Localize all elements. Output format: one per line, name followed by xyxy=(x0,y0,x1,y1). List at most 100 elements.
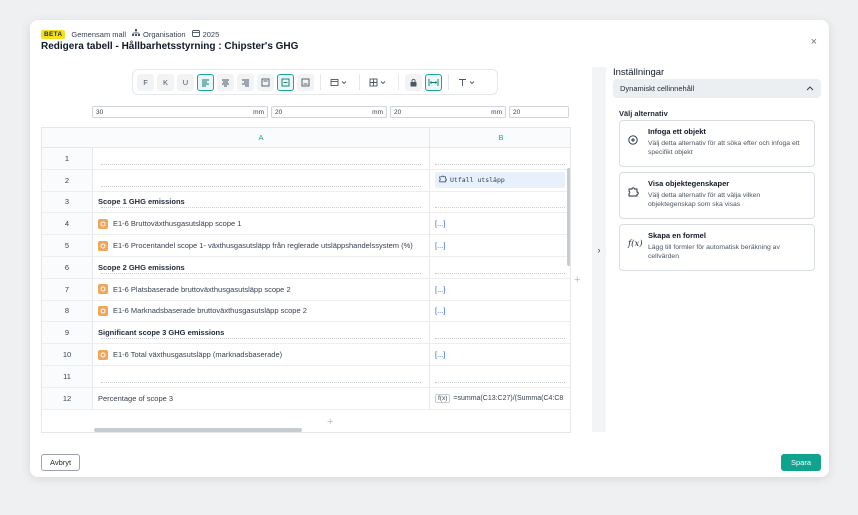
column-width-input[interactable]: 20 mm xyxy=(271,106,387,118)
underline-button[interactable]: U xyxy=(177,73,194,91)
object-value-placeholder[interactable]: [...] xyxy=(435,241,445,250)
object-value-placeholder[interactable]: [...] xyxy=(435,285,445,294)
cell-b[interactable]: [...] xyxy=(430,344,570,365)
option-title: Skapa en formel xyxy=(648,231,706,240)
add-column-icon[interactable]: + xyxy=(574,274,580,286)
align-right-icon[interactable] xyxy=(237,73,254,91)
column-header-b[interactable]: B xyxy=(430,128,570,148)
cell-a-text: Scope 2 GHG emissions xyxy=(98,262,185,272)
row-number[interactable]: 6 xyxy=(42,257,93,278)
cell-placeholder-line xyxy=(101,185,421,187)
cell-b[interactable] xyxy=(430,148,570,169)
cell-a[interactable]: Percentage of scope 3 xyxy=(93,387,430,409)
column-header-a[interactable]: A xyxy=(93,128,430,148)
object-icon xyxy=(98,218,108,229)
cell-b[interactable]: [...] xyxy=(430,301,570,322)
object-value-placeholder[interactable]: [...] xyxy=(435,350,445,359)
year-label: 2025 xyxy=(191,29,219,39)
cell-b[interactable] xyxy=(430,257,570,278)
table-row: 2 Utfall utsläpp xyxy=(42,169,570,192)
row-number[interactable]: 2 xyxy=(42,169,93,191)
cell-a[interactable]: E1-6 Bruttoväxthusgasutsläpp scope 1 xyxy=(93,213,430,235)
lock-icon[interactable] xyxy=(405,73,422,91)
accordion-label: Dynamiskt cellinnehåll xyxy=(620,84,695,93)
collapse-panel-icon[interactable]: › xyxy=(592,67,606,432)
cell-b[interactable] xyxy=(430,366,570,387)
vertical-scrollbar[interactable] xyxy=(567,168,570,266)
cell-a[interactable]: E1-6 Marknadsbaserade bruttoväxthusgasut… xyxy=(93,300,430,322)
cell-a[interactable] xyxy=(93,169,430,191)
template-label: Gemensam mall xyxy=(71,29,127,39)
cell-a[interactable]: Scope 1 GHG emissions xyxy=(93,191,430,213)
valign-bottom-icon[interactable] xyxy=(297,73,314,91)
cell-a[interactable]: E1-6 Platsbaserade bruttoväxthusgasutslä… xyxy=(93,278,430,300)
table-row: 11 xyxy=(42,366,570,388)
insert-object-option[interactable]: Infoga ett objekt Välj detta alternativ … xyxy=(619,120,815,167)
edit-table-dialog: BETA Gemensam mall Organisation 2025 Red… xyxy=(30,20,829,477)
dynamic-tag[interactable]: Utfall utsläpp xyxy=(435,172,565,189)
valign-top-icon[interactable] xyxy=(257,73,274,91)
column-width-input[interactable]: 20 mm xyxy=(390,106,506,118)
italic-button[interactable]: K xyxy=(157,73,174,91)
row-number[interactable]: 4 xyxy=(42,213,93,235)
cell-a[interactable]: E1-6 Total växthusgasutsläpp (marknadsba… xyxy=(93,344,430,365)
cell-a[interactable]: Scope 2 GHG emissions xyxy=(93,257,430,278)
row-number[interactable]: 5 xyxy=(42,235,93,256)
column-width-input[interactable]: 20 xyxy=(509,106,569,118)
cell-b[interactable]: f(x) =summa(C13:C27)/(Summa(C4:C8 xyxy=(430,388,570,409)
table-grid: A B 1 2 Utfall utsläpp 3 Scope 1 GHG emissio… xyxy=(41,127,571,433)
puzzle-icon xyxy=(628,187,639,200)
row-number[interactable]: 9 xyxy=(42,322,93,344)
dialog-title: Redigera tabell - Hållbarhetsstyrning : … xyxy=(41,41,299,52)
row-number[interactable]: 10 xyxy=(42,344,93,365)
cell-a-text: E1-6 Bruttoväxthusgasutsläpp scope 1 xyxy=(113,219,242,229)
borders-dropdown-icon[interactable] xyxy=(366,74,392,91)
organisation-label: Organisation xyxy=(132,29,186,39)
cell-b[interactable]: [...] xyxy=(430,213,570,234)
table-row: 1 xyxy=(42,148,570,170)
row-number[interactable]: 11 xyxy=(42,366,93,387)
horizontal-scrollbar[interactable] xyxy=(94,428,302,432)
format-toolbar: F K U xyxy=(132,69,498,95)
option-title: Infoga ett objekt xyxy=(648,127,706,136)
cell-placeholder-line xyxy=(435,207,565,209)
dynamic-content-accordion[interactable]: Dynamiskt cellinnehåll xyxy=(613,79,821,98)
cell-a[interactable]: E1-6 Procentandel scope 1- växthusgasuts… xyxy=(93,235,430,256)
fit-width-icon[interactable] xyxy=(425,73,442,91)
align-center-icon[interactable] xyxy=(217,73,234,91)
object-value-placeholder[interactable]: [...] xyxy=(435,219,445,228)
cancel-button[interactable]: Avbryt xyxy=(41,454,81,471)
settings-title: Inställningar xyxy=(613,67,665,78)
close-icon[interactable]: × xyxy=(811,36,817,48)
cell-b[interactable] xyxy=(430,192,570,213)
object-value-placeholder[interactable]: [...] xyxy=(435,306,445,315)
row-number[interactable]: 8 xyxy=(42,300,93,322)
row-number[interactable]: 7 xyxy=(42,278,93,300)
cell-b[interactable]: [...] xyxy=(430,235,570,256)
cell-a[interactable] xyxy=(93,148,430,169)
save-button[interactable]: Spara xyxy=(781,454,822,471)
cell-a[interactable]: Significant scope 3 GHG emissions xyxy=(93,322,430,344)
bold-button[interactable]: F xyxy=(137,73,154,91)
table-row: 8 E1-6 Marknadsbaserade bruttoväxthusgasu… xyxy=(42,300,570,323)
cell-placeholder-line xyxy=(435,381,565,383)
toolbar-divider xyxy=(448,74,449,90)
cell-a-text: E1-6 Marknadsbaserade bruttoväxthusgasut… xyxy=(113,306,307,316)
row-number[interactable]: 3 xyxy=(42,191,93,213)
create-formula-option[interactable]: f(x) Skapa en formel Lägg till formler f… xyxy=(619,224,815,271)
add-row-icon[interactable]: + xyxy=(327,416,333,428)
cell-b[interactable]: Utfall utsläpp xyxy=(430,170,570,191)
row-number[interactable]: 12 xyxy=(42,387,93,409)
align-left-icon[interactable] xyxy=(197,73,214,91)
cell-style-dropdown-icon[interactable] xyxy=(327,74,353,91)
cell-b[interactable]: [...] xyxy=(430,279,570,300)
cell-b[interactable] xyxy=(430,322,570,343)
header-meta: BETA Gemensam mall Organisation 2025 xyxy=(41,29,219,39)
cell-a[interactable] xyxy=(93,366,430,387)
column-width-input[interactable]: 30 mm xyxy=(92,106,268,118)
chevron-up-icon xyxy=(806,84,814,93)
valign-middle-icon[interactable] xyxy=(277,73,294,91)
row-number[interactable]: 1 xyxy=(42,148,93,169)
show-object-properties-option[interactable]: Visa objektegenskaper Välj detta alterna… xyxy=(619,172,815,219)
text-style-dropdown-icon[interactable] xyxy=(455,74,481,91)
